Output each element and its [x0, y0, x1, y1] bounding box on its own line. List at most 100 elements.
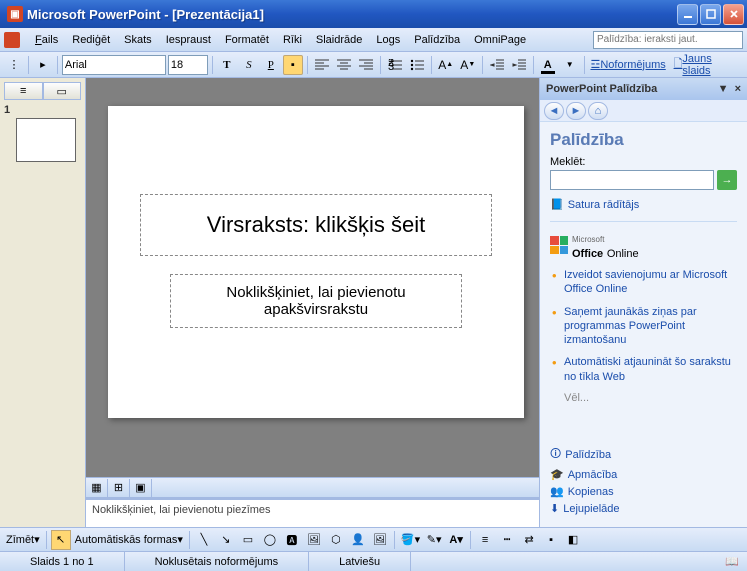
menu-palidziba[interactable]: Palīdzība: [407, 32, 467, 48]
title-bar: ▣ Microsoft PowerPoint - [Prezentācija1]: [0, 0, 747, 28]
font-family-combo[interactable]: [62, 55, 166, 75]
menu-skats[interactable]: Skats: [117, 32, 159, 48]
draw-menu-button[interactable]: Zīmēt ▾: [4, 530, 42, 550]
slide-thumbnail-1[interactable]: [16, 118, 76, 162]
align-right-button[interactable]: [356, 55, 376, 75]
bold-button[interactable]: T: [217, 55, 237, 75]
taskpane-close-button[interactable]: ×: [735, 83, 741, 95]
fill-color-button[interactable]: 🪣▾: [399, 530, 422, 550]
close-button[interactable]: [723, 4, 744, 25]
status-bar: Slaids 1 no 1 Noklusētais noformējums La…: [0, 551, 747, 571]
menu-iespraust[interactable]: Iespraust: [159, 32, 218, 48]
menu-slaidrade[interactable]: Slaidrāde: [309, 32, 369, 48]
slide-editor[interactable]: Virsraksts: klikšķis šeit Noklikšķiniet,…: [86, 78, 539, 477]
decrease-font-button[interactable]: A▼: [458, 55, 478, 75]
slide-panel: ≡ ▭ 1: [0, 78, 86, 527]
bullet-list-button[interactable]: [407, 55, 427, 75]
new-slide-button[interactable]: 🗋 Jauns slaids: [670, 55, 743, 75]
design-button[interactable]: ☲ Noformējums: [589, 55, 668, 75]
menu-riki[interactable]: Rīki: [276, 32, 309, 48]
arrow-style-button[interactable]: ⇄: [519, 530, 539, 550]
office-squares-icon: [550, 236, 568, 254]
status-language: Latviešu: [309, 552, 411, 571]
help-search-input[interactable]: [593, 31, 743, 49]
oval-tool-button[interactable]: ◯: [260, 530, 280, 550]
increase-font-button[interactable]: A▲: [436, 55, 456, 75]
rectangle-tool-button[interactable]: ▭: [238, 530, 258, 550]
sorter-view-button[interactable]: ⊞: [108, 479, 130, 497]
dash-style-button[interactable]: ┅: [497, 530, 517, 550]
slides-tab[interactable]: ▭: [43, 82, 82, 100]
taskpane-dropdown-icon[interactable]: ▼: [718, 83, 729, 95]
view-switcher: ▦ ⊞ ▣: [86, 477, 539, 497]
office-online-logo: MicrosoftOffice Online: [550, 230, 737, 260]
menu-omnipage[interactable]: OmniPage: [467, 32, 533, 48]
footer-help-link[interactable]: 🛈Palīdzība: [550, 443, 737, 466]
line-tool-button[interactable]: ╲: [194, 530, 214, 550]
textbox-tool-button[interactable]: 🅰: [282, 530, 302, 550]
3d-style-button[interactable]: ◧: [563, 530, 583, 550]
window-title: Microsoft PowerPoint - [Prezentācija1]: [27, 7, 677, 22]
italic-button[interactable]: S: [239, 55, 259, 75]
menu-formatet[interactable]: Formatēt: [218, 32, 276, 48]
subtitle-placeholder[interactable]: Noklikšķiniet, lai pievienotu apakšvirsr…: [170, 274, 462, 328]
shadow-button[interactable]: ▪: [283, 55, 303, 75]
download-icon: ⬇: [550, 502, 559, 515]
arrow-tool-button[interactable]: ↘: [216, 530, 236, 550]
footer-communities-link[interactable]: 👥Kopienas: [550, 483, 737, 500]
app-menu-icon[interactable]: [4, 32, 20, 48]
menu-bar: Fails Rediģēt Skats Iespraust Formatēt R…: [0, 28, 747, 52]
font-size-combo[interactable]: [168, 55, 208, 75]
status-layout: Noklusētais noformējums: [125, 552, 310, 571]
nav-home-button[interactable]: ⌂: [588, 102, 608, 120]
help-search-field[interactable]: [550, 170, 714, 190]
office-link-news[interactable]: Saņemt jaunākās ziņas par programmas Pow…: [550, 305, 737, 348]
footer-training-link[interactable]: 🎓Apmācība: [550, 466, 737, 483]
people-icon: 👥: [550, 485, 564, 498]
diagram-button[interactable]: ⬡: [326, 530, 346, 550]
clipart-button[interactable]: 👤: [348, 530, 368, 550]
increase-indent-button[interactable]: [509, 55, 529, 75]
toc-link[interactable]: 📘 Satura rādītājs: [550, 196, 737, 213]
spellcheck-icon[interactable]: 📖: [717, 555, 747, 568]
wordart-button[interactable]: 🖼: [304, 530, 324, 550]
shadow-style-button[interactable]: ▪: [541, 530, 561, 550]
line-style-button[interactable]: ≡: [475, 530, 495, 550]
maximize-button[interactable]: [700, 4, 721, 25]
notes-pane[interactable]: Noklikšķiniet, lai pievienotu piezīmes: [86, 497, 539, 527]
underline-button[interactable]: P: [261, 55, 281, 75]
title-placeholder[interactable]: Virsraksts: klikšķis šeit: [140, 194, 492, 256]
status-slide: Slaids 1 no 1: [0, 552, 125, 571]
more-link[interactable]: Vēl...: [550, 392, 737, 404]
font-color-dropdown-icon[interactable]: ▼: [560, 55, 580, 75]
menu-fails[interactable]: Fails: [28, 32, 65, 48]
outline-tab[interactable]: ≡: [4, 82, 43, 100]
menu-logs[interactable]: Logs: [369, 32, 407, 48]
office-link-connect[interactable]: Izveidot savienojumu ar Microsoft Office…: [550, 268, 737, 297]
book-icon: 📘: [550, 198, 564, 211]
nav-back-button[interactable]: ◄: [544, 102, 564, 120]
align-left-button[interactable]: [312, 55, 332, 75]
slide-canvas: Virsraksts: klikšķis šeit Noklikšķiniet,…: [108, 106, 524, 418]
formatting-toolbar: ⋮ ▸ T S P ▪ 123 A▲ A▼ A ▼ ☲ Noformējums …: [0, 52, 747, 78]
align-center-button[interactable]: [334, 55, 354, 75]
toolbar-more-icon[interactable]: ▸: [33, 55, 53, 75]
pointer-tool-button[interactable]: ↖: [51, 530, 71, 550]
slideshow-view-button[interactable]: ▣: [130, 479, 152, 497]
search-go-button[interactable]: →: [717, 170, 737, 190]
minimize-button[interactable]: [677, 4, 698, 25]
normal-view-button[interactable]: ▦: [86, 479, 108, 497]
office-link-update[interactable]: Automātiski atjaunināt šo sarakstu no tī…: [550, 355, 737, 384]
decrease-indent-button[interactable]: [487, 55, 507, 75]
numbered-list-button[interactable]: 123: [385, 55, 405, 75]
picture-button[interactable]: 🖼: [370, 530, 390, 550]
line-color-button[interactable]: ✎▾: [424, 530, 444, 550]
font-color-button[interactable]: A: [538, 55, 558, 75]
nav-forward-button[interactable]: ►: [566, 102, 586, 120]
font-color-button-2[interactable]: A▾: [446, 530, 466, 550]
toolbar-options-icon[interactable]: ⋮: [4, 55, 24, 75]
menu-rediget[interactable]: Rediģēt: [65, 32, 117, 48]
autoshapes-button[interactable]: Automātiskās formas ▾: [73, 530, 185, 550]
footer-download-link[interactable]: ⬇Lejupielāde: [550, 500, 737, 517]
drawing-toolbar: Zīmēt ▾ ↖ Automātiskās formas ▾ ╲ ↘ ▭ ◯ …: [0, 527, 747, 551]
